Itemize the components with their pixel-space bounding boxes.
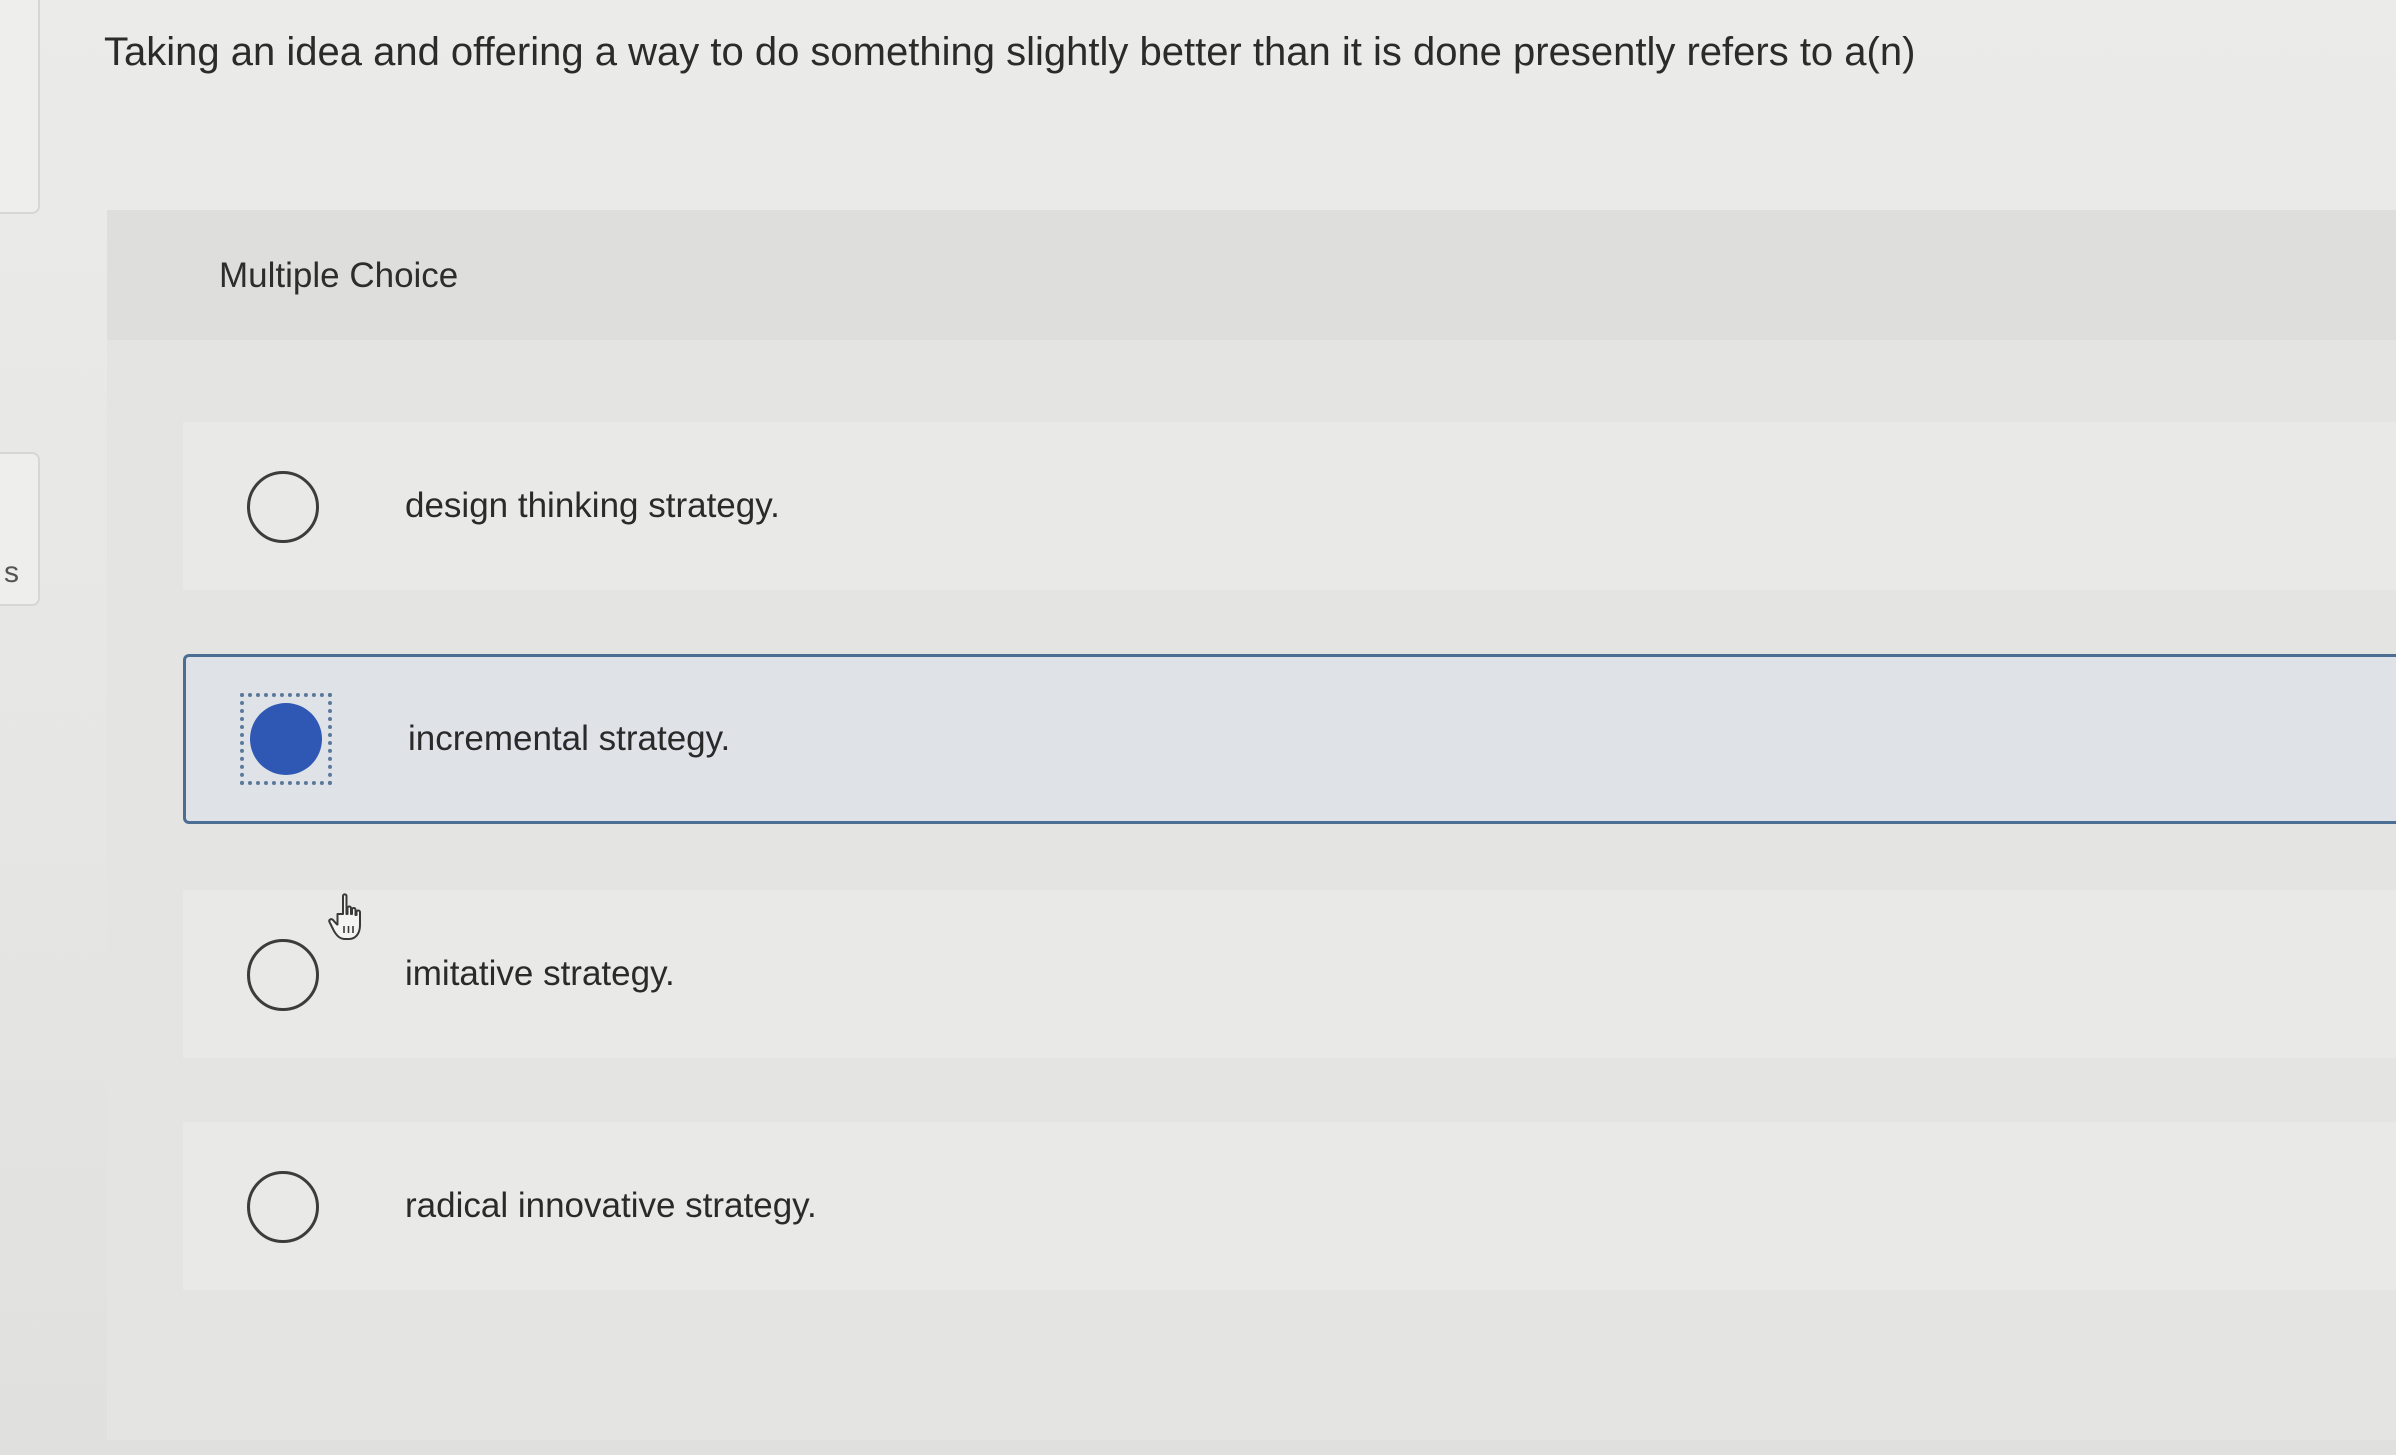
option-label: imitative strategy. <box>405 954 675 993</box>
radio-button[interactable] <box>247 1171 319 1243</box>
left-edge-glyph: s <box>4 556 19 589</box>
left-edge-tab-secondary[interactable]: s <box>0 452 40 606</box>
option-design-thinking[interactable]: design thinking strategy. <box>183 422 2396 590</box>
radio-button[interactable] <box>247 939 319 1011</box>
option-label: incremental strategy. <box>408 719 731 758</box>
radio-selected-dot <box>250 703 322 775</box>
option-label: radical innovative strategy. <box>405 1186 817 1225</box>
option-imitative[interactable]: imitative strategy. <box>183 890 2396 1058</box>
radio-button-selected[interactable] <box>240 693 332 785</box>
radio-button[interactable] <box>247 471 319 543</box>
panel-header: Multiple Choice <box>107 210 2396 340</box>
hand-pointer-icon <box>328 893 361 940</box>
panel-title: Multiple Choice <box>219 256 459 295</box>
multiple-choice-panel: Multiple Choice design thinking strategy… <box>107 210 2396 1440</box>
option-incremental[interactable]: incremental strategy. <box>183 654 2396 824</box>
left-edge-tab[interactable] <box>0 0 40 214</box>
question-text: Taking an idea and offering a way to do … <box>104 30 1916 74</box>
option-radical-innovative[interactable]: radical innovative strategy. <box>183 1122 2396 1290</box>
option-label: design thinking strategy. <box>405 486 780 525</box>
